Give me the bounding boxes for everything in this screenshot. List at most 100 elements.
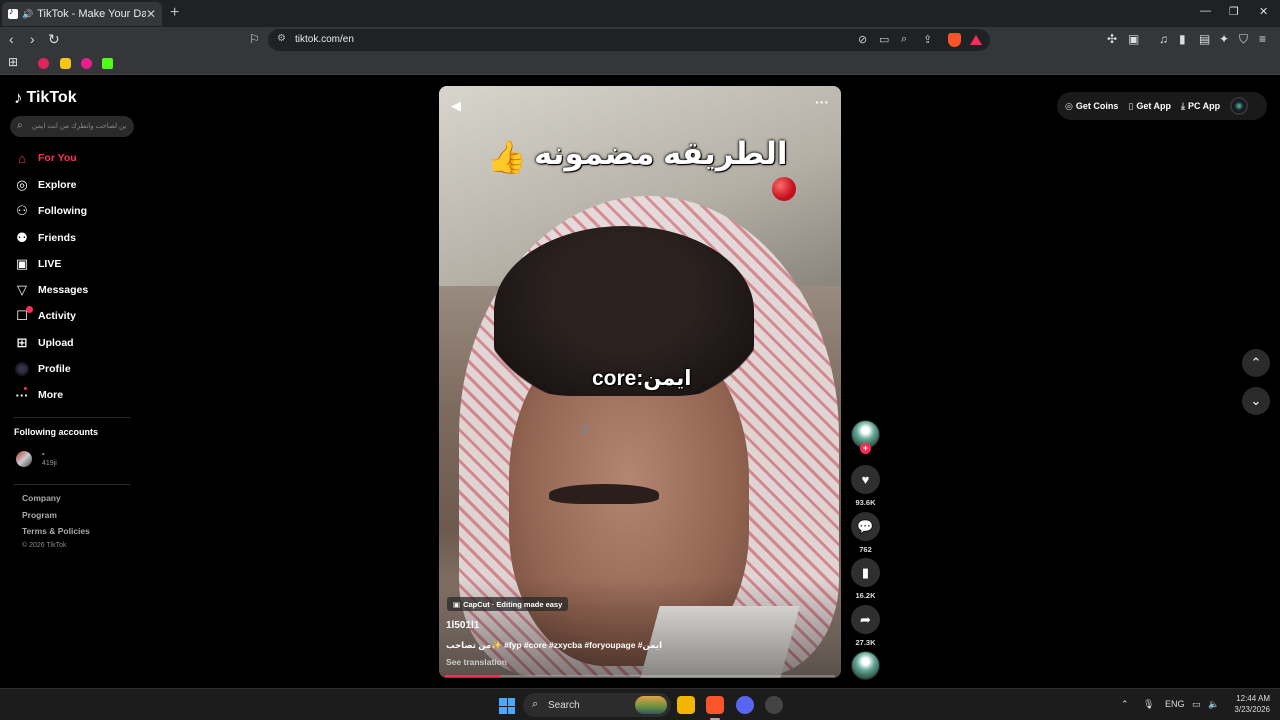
share-icon[interactable]: ⇪ — [923, 33, 932, 46]
nav-following[interactable]: ⚇ Following — [14, 202, 87, 220]
browser-tabbar: 🔊 TikTok - Make Your Day ✕ + — ❐ ✕ — [0, 0, 1280, 27]
volume-icon[interactable]: ◀ — [451, 98, 461, 114]
app-icon[interactable] — [765, 696, 783, 714]
notification-badge — [26, 306, 33, 313]
browser-tab[interactable]: 🔊 TikTok - Make Your Day ✕ — [2, 2, 162, 26]
network-icon[interactable]: ▭ — [1192, 699, 1201, 710]
get-app-button[interactable]: ▯ Get App — [1128, 101, 1171, 112]
video-progress-bar[interactable] — [445, 675, 835, 677]
follow-plus-button[interactable]: + — [860, 443, 871, 454]
microphone-icon[interactable]: 🎙 — [1143, 699, 1154, 710]
search-highlight-image — [635, 696, 667, 714]
search-text[interactable]: ين لصاحب وانطرك من انت ايمن — [32, 122, 126, 130]
brave-rewards-icon[interactable] — [970, 35, 982, 45]
speaker-icon[interactable]: 🔊 — [22, 9, 33, 20]
reload-icon[interactable]: ↻ — [48, 31, 60, 48]
footer-link-company[interactable]: Company — [22, 493, 61, 503]
tray-chevron-icon[interactable]: ⌃ — [1121, 699, 1129, 710]
nav-friends[interactable]: ⚉ Friends — [14, 229, 76, 247]
cast-icon[interactable]: ▭ — [879, 33, 889, 46]
nav-upload[interactable]: ⊞ Upload — [14, 334, 74, 352]
footer-link-terms[interactable]: Terms & Policies — [22, 526, 90, 536]
mute-site-icon[interactable]: ⊘ — [858, 33, 867, 46]
menu-icon[interactable]: ≡ — [1259, 32, 1266, 46]
media-icon[interactable]: ♫ — [1159, 32, 1168, 46]
video-more-icon[interactable]: ··· — [815, 94, 829, 110]
windows-start-icon[interactable] — [499, 698, 515, 714]
nav-live[interactable]: ▣ LIVE — [14, 255, 62, 273]
save-button[interactable]: ▮ — [851, 558, 880, 587]
see-translation-link[interactable]: See translation — [446, 657, 507, 667]
bookmark-music-icon[interactable] — [81, 58, 92, 69]
logo-text: TikTok — [26, 89, 77, 106]
get-app-label: Get App — [1136, 101, 1171, 111]
window-minimize-button[interactable]: — — [1200, 5, 1211, 17]
following-account-avatar[interactable] — [16, 451, 32, 467]
window-close-button[interactable]: ✕ — [1259, 5, 1268, 18]
capcut-badge[interactable]: ▣ CapCut · Editing made easy — [447, 597, 569, 611]
window-maximize-button[interactable]: ❐ — [1229, 5, 1239, 18]
video-author[interactable]: 1l501l1 — [446, 620, 479, 631]
nav-for-you[interactable]: ⌂ For You — [14, 149, 77, 167]
volume-tray-icon[interactable]: 🔈 — [1208, 699, 1219, 710]
nav-activity[interactable]: ☐ Activity — [14, 306, 76, 325]
sidebar-icon[interactable]: ▮ — [1179, 32, 1186, 46]
search-icon: ⌕ — [17, 120, 23, 131]
bookmark-icon[interactable]: ⚐ — [249, 32, 260, 46]
compass-icon: ◎ — [16, 177, 28, 192]
video-mustache — [549, 484, 659, 504]
more-badge — [24, 387, 27, 390]
brave-shield-icon[interactable] — [948, 33, 961, 47]
apps-grid-icon[interactable]: ⊞ — [8, 55, 18, 69]
get-coins-button[interactable]: ◎ Get Coins — [1065, 101, 1118, 112]
tab-close-icon[interactable]: ✕ — [146, 7, 156, 21]
taskbar-search[interactable]: ⌕ Search — [523, 693, 671, 717]
vpn-icon[interactable]: ⛉ — [1239, 32, 1248, 47]
following-account-handle[interactable]: 419ji — [42, 460, 57, 467]
extensions-icon[interactable]: ✣ — [1107, 32, 1117, 46]
brave-browser-icon[interactable] — [706, 696, 724, 714]
zoom-icon[interactable]: ⌕ — [901, 33, 907, 46]
new-tab-button[interactable]: + — [170, 4, 179, 22]
clock-time: 12:44 AM — [1236, 694, 1270, 703]
search-input[interactable]: ⌕ ين لصاحب وانطرك من انت ايمن — [10, 116, 134, 137]
footer-link-program[interactable]: Program — [22, 510, 57, 520]
bookmark-youtube-icon[interactable] — [38, 58, 49, 69]
wallet-icon[interactable]: ▤ — [1199, 32, 1210, 46]
nav-messages[interactable]: ▽ Messages — [14, 281, 88, 299]
nav-label: Messages — [38, 284, 89, 296]
tiktok-logo[interactable]: ♪ TikTok — [14, 88, 77, 108]
comment-button[interactable]: 💬 — [851, 512, 880, 541]
leo-icon[interactable]: ✦ — [1219, 32, 1229, 46]
next-video-button[interactable]: ⌄ — [1242, 387, 1270, 415]
nav-explore[interactable]: ◎ Explore — [14, 176, 76, 194]
pc-app-button[interactable]: ⤓ PC App — [1181, 101, 1220, 112]
hand-cursor-icon: ☝ — [581, 422, 589, 437]
share-button[interactable]: ➦ — [851, 605, 880, 634]
nav-label: Activity — [38, 310, 76, 322]
address-bar[interactable]: ⚙ tiktok.com/en ⊘ ▭ ⌕ ⇪ — [268, 29, 990, 51]
bookmark-kick-icon[interactable] — [102, 58, 113, 69]
url-text[interactable]: tiktok.com/en — [295, 34, 354, 45]
more-icon: ··· — [15, 387, 29, 403]
previous-video-button[interactable]: ⌃ — [1242, 349, 1270, 377]
nav-profile[interactable]: Profile — [14, 360, 71, 378]
user-avatar[interactable] — [1230, 97, 1249, 115]
like-button[interactable]: ♥ — [851, 465, 880, 494]
windows-taskbar: ⌕ Search ⌃ 🎙 ENG ▭ 🔈 12:44 AM 3/23/2026 — [0, 688, 1280, 720]
bookmark-app-icon[interactable] — [60, 58, 71, 69]
reader-icon[interactable]: ▣ — [1128, 32, 1139, 46]
sound-disc-avatar[interactable] — [851, 651, 880, 680]
nav-more[interactable]: ··· More — [14, 386, 63, 404]
capcut-icon: ▣ — [453, 599, 461, 609]
video-caption[interactable]: من تصاحب✨ #fyp #core #zxycba #foryoupage… — [446, 640, 662, 651]
discord-icon[interactable] — [736, 696, 754, 714]
language-indicator[interactable]: ENG — [1165, 699, 1185, 709]
site-info-icon[interactable]: ⚙ — [277, 33, 286, 44]
video-player[interactable]: 👍 الطريقه مضمونه core:ايمن ◀ ··· ▣ CapCu… — [439, 86, 841, 678]
back-icon[interactable]: ‹ — [9, 31, 14, 47]
following-account-name[interactable]: - — [42, 449, 45, 458]
file-explorer-icon[interactable] — [677, 696, 695, 714]
taskbar-clock[interactable]: 12:44 AM 3/23/2026 — [1226, 693, 1270, 715]
forward-icon[interactable]: › — [30, 31, 35, 47]
